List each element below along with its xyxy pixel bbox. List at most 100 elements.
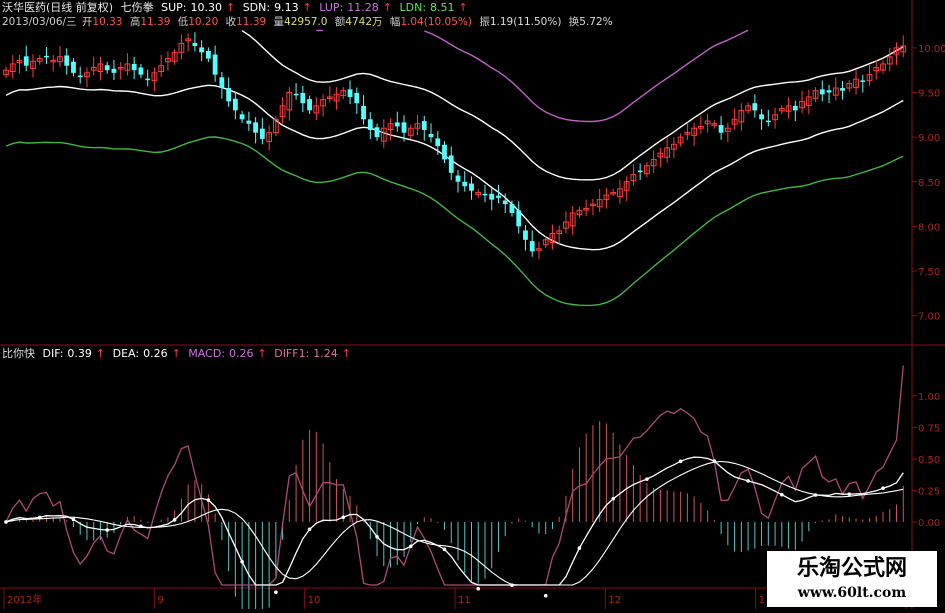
price-tick-label: 10.00 bbox=[918, 44, 945, 55]
indicator-name: 七伤拳 bbox=[120, 1, 154, 14]
dif-marker-dot bbox=[172, 518, 177, 522]
price-header-line1: 沃华医药(日线 前复权) 七伤拳 SUP: 10.30 ↑ SDN: 9.13 ↑ LU… bbox=[2, 1, 472, 14]
lup-readout: LUP: 11.28 ↑ bbox=[319, 1, 392, 14]
price-tick-label: 7.00 bbox=[918, 312, 940, 323]
candle-body-down bbox=[192, 42, 198, 47]
candle-body-down bbox=[253, 122, 259, 133]
dif-marker-dot bbox=[847, 492, 852, 496]
candle-body-down bbox=[435, 138, 441, 147]
candle-body-down bbox=[442, 144, 447, 160]
amount-readout: 额4742万 bbox=[334, 16, 383, 28]
watermark-text: 乐淘公式网 bbox=[796, 555, 907, 581]
dif-marker-dot bbox=[611, 496, 615, 501]
candle-body-down bbox=[792, 105, 798, 111]
dif-marker-dot bbox=[881, 486, 885, 491]
candle-body-down bbox=[759, 114, 764, 120]
dif-marker-dot bbox=[543, 593, 548, 598]
candle-body-down bbox=[71, 61, 76, 73]
chart-stage[interactable]: 10.00 9.50 9.00 8.50 8.00 7.50 7.00 1.00 0.75 0.5… bbox=[0, 0, 945, 613]
macd-indicator-name: 比你快 bbox=[2, 347, 35, 360]
candle-body-down bbox=[293, 93, 299, 96]
candle-body-down bbox=[637, 170, 643, 173]
price-tick-label: 7.50 bbox=[918, 267, 940, 278]
stock-chart[interactable]: 10.009.509.008.508.007.507.001.000.750.5… bbox=[0, 0, 945, 613]
dif-marker-dot bbox=[510, 583, 514, 588]
sup-readout: SUP: 10.30 ↑ bbox=[161, 1, 236, 14]
dif-marker-dot bbox=[645, 477, 649, 481]
candle-body-down bbox=[765, 120, 771, 123]
candle-body-down bbox=[509, 204, 515, 214]
sdn-readout: SDN: 9.13 ↑ bbox=[242, 1, 312, 14]
candle-body-down bbox=[361, 105, 366, 120]
dif-readout: DIF: 0.39 ↑ bbox=[42, 347, 106, 360]
candle-body-down bbox=[64, 55, 70, 66]
dif-marker-dot bbox=[4, 520, 8, 524]
candle-body-down bbox=[239, 114, 245, 120]
candle-body-down bbox=[354, 92, 360, 104]
candle-body-down bbox=[455, 175, 461, 182]
open-readout: 开10.33 bbox=[81, 16, 123, 28]
candle-body-down bbox=[718, 125, 724, 133]
candle-body-down bbox=[219, 77, 225, 89]
dif-marker-dot bbox=[712, 459, 717, 463]
candle-body-down bbox=[232, 98, 238, 111]
dea-readout: DEA: 0.26 ↑ bbox=[112, 347, 181, 360]
dif-marker-dot bbox=[408, 544, 413, 549]
candle-body-down bbox=[428, 134, 434, 138]
candle-body-down bbox=[307, 99, 312, 111]
candle-body-down bbox=[131, 63, 137, 71]
watermark-url: www.60lt.com bbox=[797, 585, 907, 601]
candle-body-down bbox=[516, 210, 522, 227]
candle-body-down bbox=[523, 230, 528, 240]
site-watermark: 乐淘公式网 www.60lt.com bbox=[767, 551, 937, 607]
dif-marker-dot bbox=[780, 492, 784, 497]
dif-marker-dot bbox=[746, 479, 750, 483]
dif-marker-dot bbox=[813, 493, 818, 497]
dif-marker-dot bbox=[71, 517, 76, 522]
candle-body-down bbox=[752, 103, 758, 111]
time-tick-label: 12 bbox=[608, 595, 621, 606]
stock-title: 沃华医药(日线 前复权) bbox=[2, 1, 114, 14]
dif-marker-dot bbox=[442, 547, 447, 552]
time-tick-label: 9 bbox=[157, 595, 163, 606]
macd-tick-label: 0.00 bbox=[918, 518, 940, 529]
candle-body-down bbox=[226, 88, 232, 102]
price-tick-label: 9.50 bbox=[918, 88, 940, 99]
macd-readout: MACD: 0.26 ↑ bbox=[188, 347, 267, 360]
lup-band-line bbox=[316, 29, 749, 123]
macd-tick-label: 0.75 bbox=[918, 423, 940, 434]
candle-body-down bbox=[23, 56, 29, 66]
candle-body-down bbox=[145, 78, 151, 81]
candle-body-down bbox=[347, 89, 353, 97]
candle-body-down bbox=[448, 155, 454, 173]
candle-body-down bbox=[259, 128, 265, 139]
candle-body-down bbox=[462, 181, 468, 187]
price-header-line2: 2013/03/06/三 开10.33 高11.39 低10.20 收11.39… bbox=[2, 16, 617, 29]
close-readout: 收11.39 bbox=[225, 16, 267, 28]
candle-body-down bbox=[199, 47, 205, 53]
candle-body-down bbox=[246, 120, 252, 124]
candle-body-down bbox=[502, 200, 508, 205]
macd-tick-label: 1.00 bbox=[918, 392, 940, 403]
dif-marker-dot bbox=[341, 515, 346, 520]
candle-body-down bbox=[374, 127, 380, 138]
candle-body-down bbox=[205, 50, 211, 59]
bar-date: 2013/03/06/三 bbox=[2, 16, 77, 28]
candle-body-down bbox=[469, 183, 474, 191]
candle-body-down bbox=[819, 89, 825, 95]
candle-body-down bbox=[860, 80, 866, 82]
volume-readout: 量42957.0 bbox=[273, 16, 328, 28]
diff1-readout: DIFF1: 1.24 ↑ bbox=[274, 347, 352, 360]
dif-marker-dot bbox=[139, 524, 143, 529]
candle-body-down bbox=[394, 122, 400, 127]
candle-body-down bbox=[489, 193, 495, 200]
price-tick-label: 8.50 bbox=[918, 178, 940, 189]
price-tick-label: 8.00 bbox=[918, 222, 940, 233]
dif-marker-dot bbox=[105, 528, 109, 532]
macd-header: 比你快 DIF: 0.39 ↑ DEA: 0.26 ↑ MACD: 0.26 ↑ DIFF1… bbox=[2, 347, 355, 360]
candle-body-down bbox=[421, 121, 427, 130]
candle-body-down bbox=[111, 68, 117, 73]
price-tick-label: 9.00 bbox=[918, 133, 940, 144]
candle-body-down bbox=[367, 119, 373, 130]
dif-marker-dot bbox=[375, 534, 379, 539]
